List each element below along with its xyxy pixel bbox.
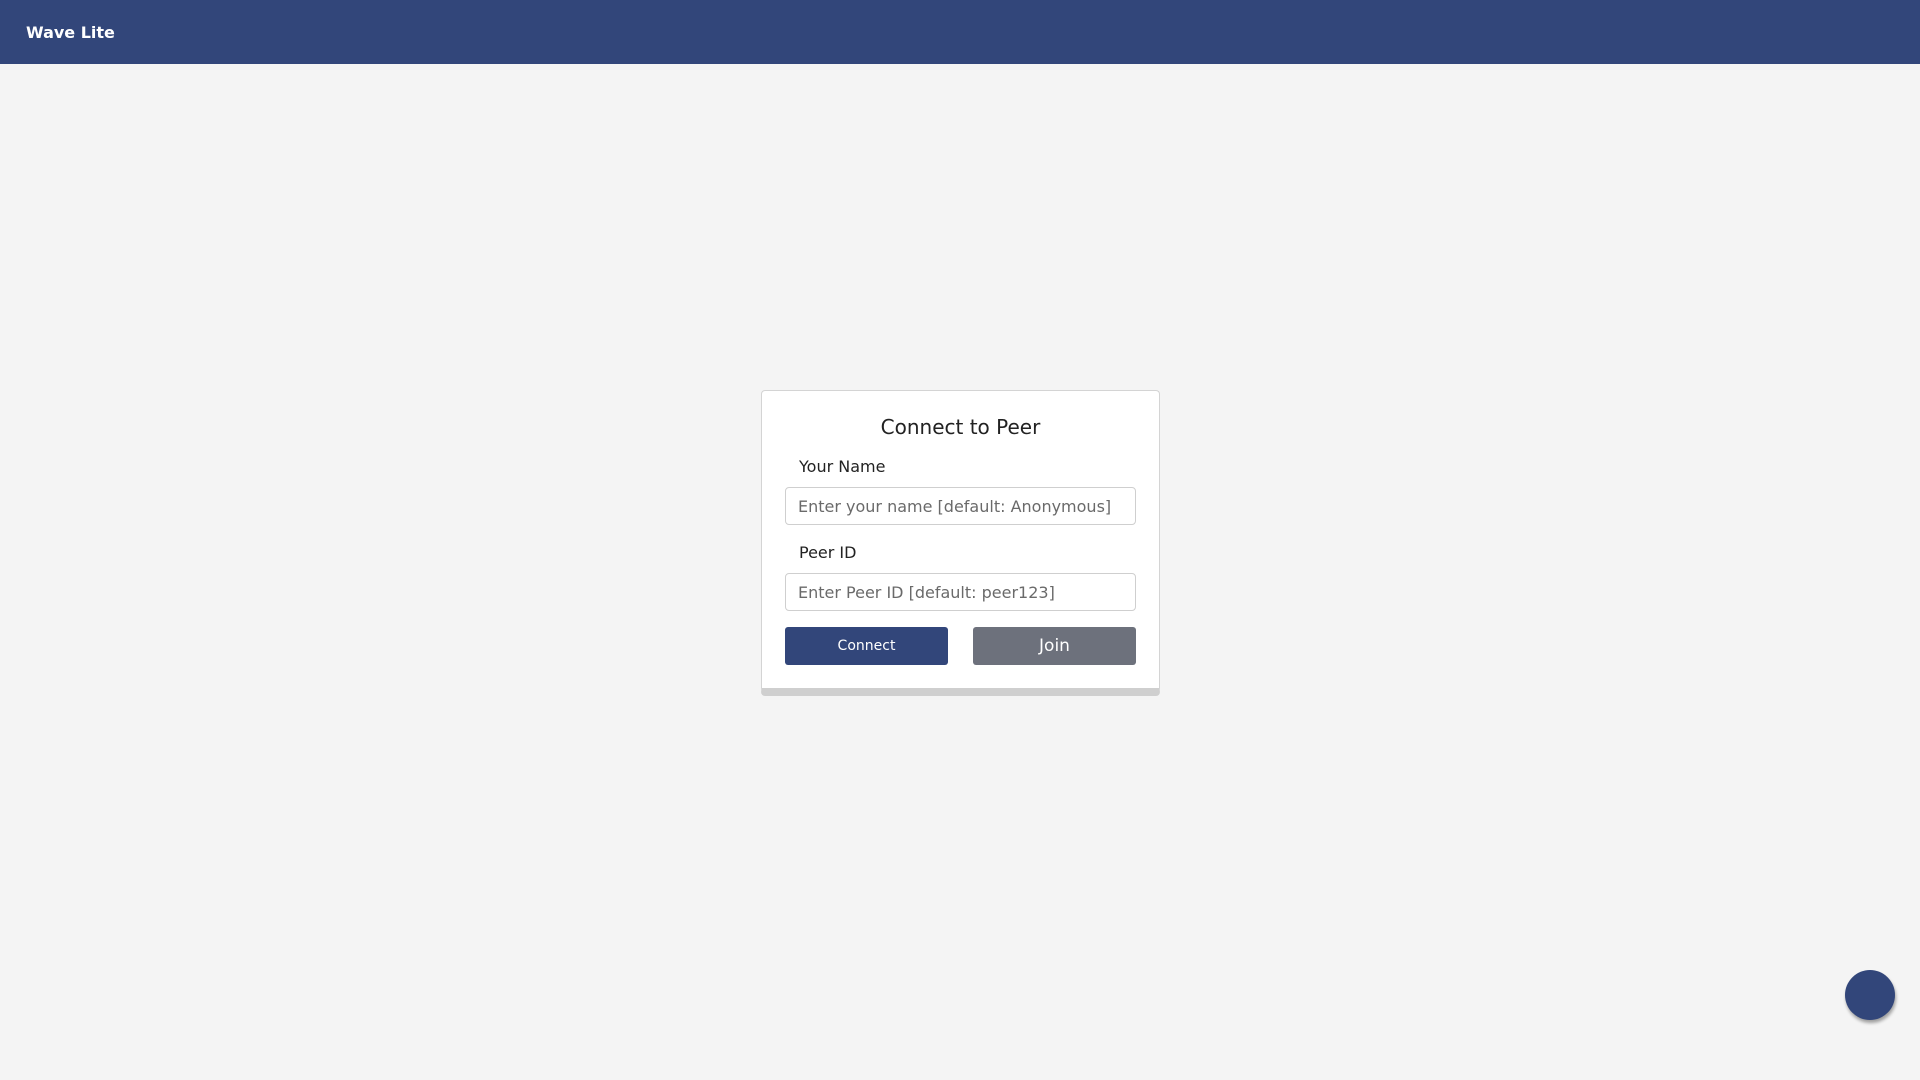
floating-chat-button[interactable] [1845, 970, 1895, 1020]
top-app-bar: Wave Lite [0, 0, 1920, 64]
connect-card: Connect to Peer Your Name Peer ID Connec… [761, 390, 1160, 696]
join-button[interactable]: Join [973, 627, 1136, 665]
card-title: Connect to Peer [880, 415, 1041, 439]
name-label: Your Name [799, 457, 886, 476]
name-input[interactable] [785, 487, 1136, 525]
peer-id-input[interactable] [785, 573, 1136, 611]
peer-id-label: Peer ID [799, 543, 857, 562]
connect-button[interactable]: Connect [785, 627, 948, 665]
app-title: Wave Lite [26, 22, 115, 42]
